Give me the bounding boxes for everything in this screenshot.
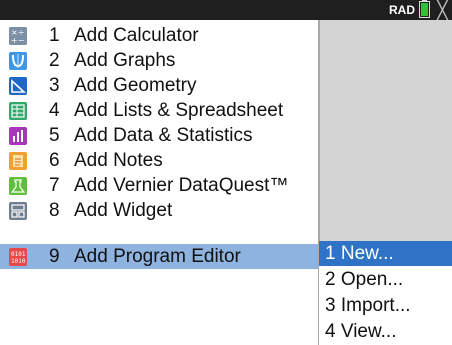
menu-item-add-geometry[interactable]: 3 Add Geometry	[0, 73, 318, 98]
program-editor-icon: 0101 1010	[9, 247, 27, 266]
submenu-item-number: 1	[325, 243, 336, 264]
submenu-item-text: Import...	[340, 295, 411, 316]
battery-icon	[419, 0, 430, 18]
menu-item-label: Add Vernier DataQuest™	[74, 174, 289, 196]
submenu-item-number: 2	[325, 269, 336, 290]
menu-item-number: 7	[49, 174, 60, 196]
submenu-item-text: New...	[340, 243, 394, 264]
menu-item-number: 2	[49, 49, 60, 71]
insert-menu: ×÷ +− 1 Add Calculator 2 Add Graphs 3 Ad…	[0, 20, 320, 345]
submenu-item-label: 1 New...	[325, 243, 394, 265]
menu-item-number: 9	[49, 245, 60, 267]
menu-item-add-widget[interactable]: 8 Add Widget	[0, 198, 318, 223]
notes-icon	[9, 151, 27, 170]
submenu-item-text: Open...	[340, 269, 404, 290]
submenu-item-import[interactable]: 3 Import...	[319, 293, 452, 318]
menu-item-add-data-statistics[interactable]: 5 Add Data & Statistics	[0, 123, 318, 148]
menu-item-label: Add Program Editor	[74, 245, 241, 267]
close-icon[interactable]: ╳	[437, 1, 452, 19]
submenu-item-view[interactable]: 4 View...	[319, 319, 452, 344]
submenu-item-number: 4	[325, 321, 336, 342]
menu-item-label: Add Widget	[74, 199, 173, 221]
menu-item-add-lists-spreadsheet[interactable]: 4 Add Lists & Spreadsheet	[0, 98, 318, 123]
spreadsheet-icon	[9, 101, 27, 120]
dataquest-icon	[9, 176, 27, 195]
submenu-item-text: View...	[340, 321, 397, 342]
menu-item-add-graphs[interactable]: 2 Add Graphs	[0, 48, 318, 73]
submenu-item-new[interactable]: 1 New...	[319, 241, 452, 266]
status-bar: RAD ╳	[0, 0, 452, 20]
menu-item-label: Add Lists & Spreadsheet	[74, 99, 284, 121]
svg-text:+−: +−	[11, 36, 24, 45]
calculator-icon: ×÷ +−	[9, 26, 27, 45]
menu-item-add-notes[interactable]: 6 Add Notes	[0, 148, 318, 173]
program-editor-submenu: 1 New... 2 Open... 3 Import... 4 View...	[318, 241, 452, 345]
menu-item-number: 6	[49, 149, 60, 171]
submenu-item-number: 3	[325, 295, 336, 316]
menu-item-label: Add Data & Statistics	[74, 124, 253, 146]
menu-item-add-vernier-dataquest[interactable]: 7 Add Vernier DataQuest™	[0, 173, 318, 198]
menu-item-number: 5	[49, 124, 60, 146]
menu-item-number: 4	[49, 99, 60, 121]
menu-item-number: 3	[49, 74, 60, 96]
menu-item-label: Add Notes	[74, 149, 163, 171]
menu-item-label: Add Calculator	[74, 24, 199, 46]
widget-icon	[9, 201, 27, 220]
menu-item-add-calculator[interactable]: ×÷ +− 1 Add Calculator	[0, 23, 318, 48]
menu-item-number: 8	[49, 199, 60, 221]
menu-item-label: Add Graphs	[74, 49, 176, 71]
statistics-icon	[9, 126, 27, 145]
submenu-item-label: 2 Open...	[325, 269, 403, 291]
geometry-icon	[9, 76, 27, 95]
svg-text:0101: 0101	[11, 251, 26, 258]
menu-item-number: 1	[49, 24, 60, 46]
submenu-item-open[interactable]: 2 Open...	[319, 267, 452, 292]
submenu-item-label: 4 View...	[325, 321, 397, 343]
menu-item-add-program-editor[interactable]: 0101 1010 9 Add Program Editor	[0, 244, 318, 269]
submenu-item-label: 3 Import...	[325, 295, 411, 317]
svg-text:1010: 1010	[11, 258, 26, 265]
menu-item-label: Add Geometry	[74, 74, 197, 96]
graphs-icon	[9, 51, 27, 70]
angle-mode-indicator: RAD	[389, 3, 415, 17]
